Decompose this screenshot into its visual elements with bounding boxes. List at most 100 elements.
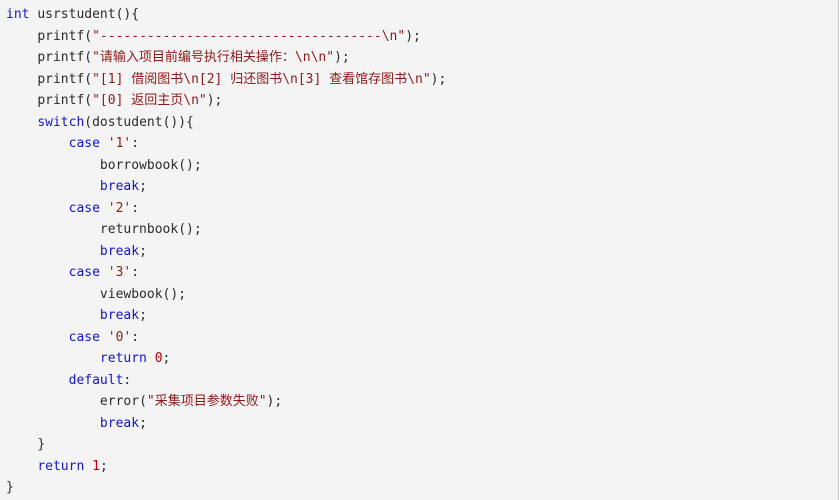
code-token-str: '2' <box>107 200 132 216</box>
code-token-kw: case <box>68 136 100 151</box>
code-token-punc: ( <box>84 28 93 44</box>
code-token-kw: switch <box>37 114 85 130</box>
code-token-punc: ); <box>206 93 223 108</box>
code-token-num: 0 <box>154 351 163 366</box>
code-token-id: printf <box>37 71 85 87</box>
code-token-str: '0' <box>107 329 132 345</box>
code-token-str: "[1] 借阅图书\n[2] 归还图书\n[3] 查看馆存图书\n" <box>92 71 431 87</box>
code-line[interactable]: error("采集项目参数失败"); <box>6 391 838 413</box>
code-line[interactable]: switch(dostudent()){ <box>6 112 838 134</box>
code-line[interactable]: } <box>6 434 838 456</box>
code-token-kw: case <box>68 329 100 345</box>
code-token-str: '1' <box>107 136 132 151</box>
code-token-kw: break <box>99 179 140 194</box>
code-token-id: printf <box>37 50 85 65</box>
code-token-punc: ; <box>139 308 147 323</box>
code-token-punc: : <box>131 265 140 280</box>
code-token-punc: ); <box>334 50 350 65</box>
code-line[interactable]: } <box>6 477 838 499</box>
code-line[interactable]: viewbook(); <box>6 284 838 306</box>
code-line[interactable]: case '0': <box>6 327 838 349</box>
code-token-punc: (); <box>178 222 202 237</box>
code-token-kw: return <box>99 351 147 366</box>
code-token-id: borrowbook <box>99 157 179 173</box>
code-token-kw: default <box>68 372 124 388</box>
code-token-punc: ); <box>405 28 421 44</box>
code-line[interactable]: returnbook(); <box>6 219 838 241</box>
code-token-kw: case <box>68 200 100 216</box>
code-token-id: usrstudent <box>37 7 116 22</box>
code-token-id: viewbook <box>99 286 163 302</box>
code-token-id: printf <box>37 28 85 44</box>
code-token-punc: ; <box>139 243 147 259</box>
code-token-punc: ); <box>430 71 447 87</box>
code-token-str: "------------------------------------\n" <box>92 28 406 44</box>
code-token-punc: ; <box>99 458 108 474</box>
code-line[interactable]: default: <box>6 370 838 392</box>
code-token-str: "请输入项目前编号执行相关操作：\n\n" <box>92 50 335 65</box>
code-token-punc: (); <box>162 286 187 302</box>
code-line[interactable]: printf("请输入项目前编号执行相关操作：\n\n"); <box>6 47 838 69</box>
code-line[interactable]: printf("[1] 借阅图书\n[2] 归还图书\n[3] 查看馆存图书\n… <box>6 69 838 91</box>
code-token-punc: ( <box>84 50 93 65</box>
code-token-str: "采集项目参数失败" <box>146 394 267 409</box>
code-token-punc: ( <box>84 114 93 130</box>
code-editor-view[interactable]: int usrstudent(){ printf("--------------… <box>0 0 839 500</box>
code-token-punc: : <box>131 136 140 151</box>
code-line[interactable]: case '2': <box>6 198 838 220</box>
code-line[interactable]: case '1': <box>6 133 838 155</box>
code-token-id: error <box>99 394 140 409</box>
code-line[interactable]: case '3': <box>6 262 838 284</box>
code-line[interactable]: return 0; <box>6 348 838 370</box>
code-line[interactable]: borrowbook(); <box>6 155 838 177</box>
code-token-punc: } <box>6 480 14 495</box>
code-line[interactable]: break; <box>6 305 838 327</box>
code-token-id: returnbook <box>99 222 179 237</box>
code-token-punc: : <box>131 329 140 345</box>
code-line[interactable]: break; <box>6 241 838 263</box>
code-token-punc: (){ <box>115 7 140 22</box>
code-line[interactable]: break; <box>6 176 838 198</box>
code-line[interactable]: return 1; <box>6 456 838 478</box>
code-token-punc: ; <box>162 351 171 366</box>
code-token-punc: ; <box>139 179 147 194</box>
code-token-punc: ); <box>266 394 283 409</box>
code-line[interactable]: break; <box>6 413 838 435</box>
code-token-num: 1 <box>92 458 100 474</box>
code-token-punc: ; <box>139 415 147 431</box>
code-line[interactable]: printf("[0] 返回主页\n"); <box>6 90 838 112</box>
code-token-punc: ( <box>84 93 93 108</box>
code-token-punc: } <box>37 437 46 452</box>
code-token-punc: ()){ <box>162 114 194 130</box>
code-line[interactable]: int usrstudent(){ <box>6 4 838 26</box>
code-token-str: "[0] 返回主页\n" <box>92 93 207 108</box>
code-token-kw: case <box>68 265 100 280</box>
code-line[interactable]: printf("--------------------------------… <box>6 26 838 48</box>
code-token-kw: break <box>99 243 140 259</box>
code-token-kw: break <box>99 415 140 431</box>
